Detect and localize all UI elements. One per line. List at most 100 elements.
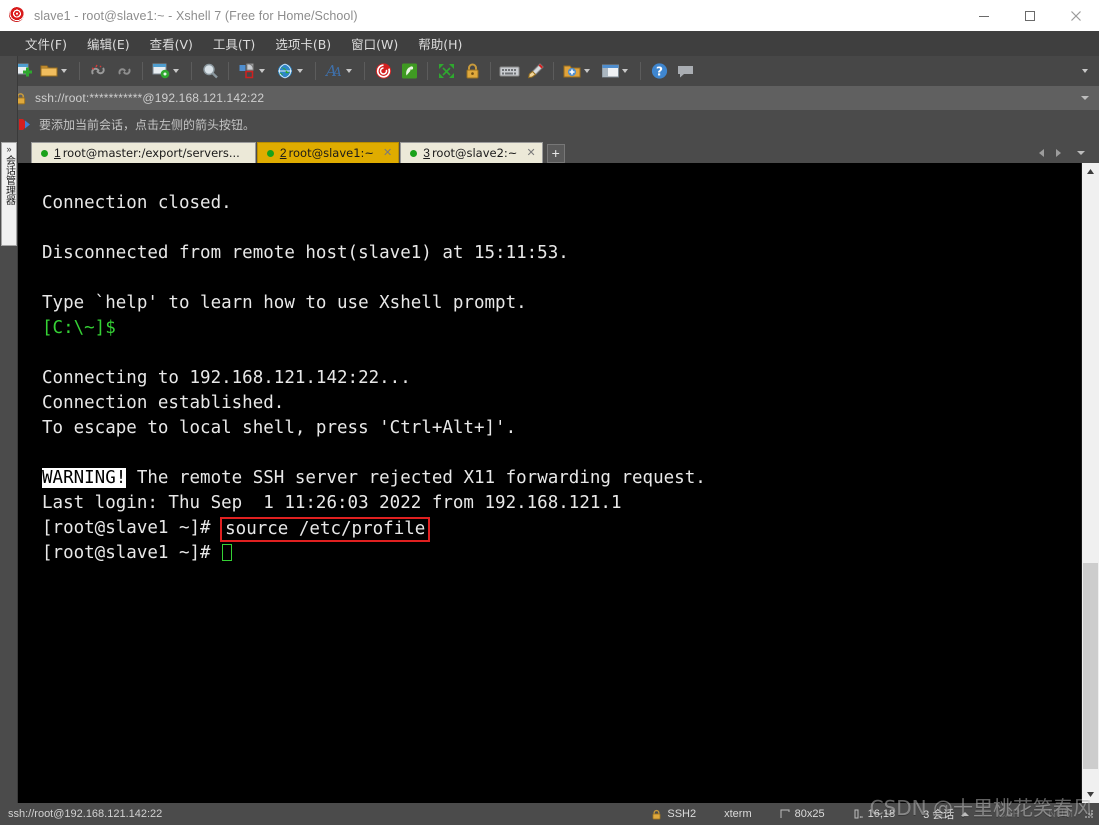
chevron-down-icon[interactable] xyxy=(297,69,303,73)
scroll-down-button[interactable] xyxy=(1082,786,1099,803)
status-terminal-type[interactable]: xterm xyxy=(710,808,766,820)
open-session-button[interactable] xyxy=(36,59,74,83)
font-icon: AA xyxy=(323,60,345,82)
menu-view[interactable]: 查看(V) xyxy=(141,31,202,56)
layout-button[interactable] xyxy=(234,59,272,83)
close-button[interactable] xyxy=(1053,0,1099,31)
red-blue-arrow-icon xyxy=(18,118,32,131)
terminal-scrollbar[interactable] xyxy=(1081,163,1099,803)
open-folder-icon xyxy=(38,60,60,82)
status-cursor-position[interactable]: 16,18 xyxy=(839,808,910,820)
help-button[interactable]: ? xyxy=(646,59,672,83)
address-input[interactable]: ssh://root:***********@192.168.121.142:2… xyxy=(35,91,264,105)
status-sessions[interactable]: 3 会话 xyxy=(909,806,983,822)
tab-label: root@master:/export/servers... xyxy=(62,146,240,160)
status-cursor-label: 16,18 xyxy=(867,808,896,820)
status-security[interactable]: SSH2 xyxy=(637,808,710,820)
tab-root-slave2[interactable]: 3 root@slave2:~ ✕ xyxy=(400,142,543,163)
title-bar: slave1 - root@slave1:~ - Xshell 7 (Free … xyxy=(0,0,1099,32)
chevron-right-icon[interactable]: » xyxy=(6,145,11,154)
caret-up-icon[interactable] xyxy=(961,812,970,816)
session-manager-label: 会话管理器 xyxy=(3,155,15,205)
find-button[interactable] xyxy=(197,59,223,83)
terminal-line: Type `help' to learn how to use Xshell p… xyxy=(42,293,527,313)
status-right-group: SSH2 xterm 80x25 16,18 3 会话 CAP NUM xyxy=(637,803,1099,825)
status-dot-icon xyxy=(266,149,274,157)
terminal-line: To escape to local shell, press 'Ctrl+Al… xyxy=(42,418,517,438)
svg-text:?: ? xyxy=(656,65,663,79)
new-folder-button[interactable] xyxy=(559,59,597,83)
menu-edit[interactable]: 编辑(E) xyxy=(78,31,139,56)
reconnect-button[interactable] xyxy=(111,59,137,83)
tab-number: 1 xyxy=(54,146,61,160)
address-bar[interactable]: ssh://root:***********@192.168.121.142:2… xyxy=(0,86,1099,110)
session-properties-icon xyxy=(150,60,172,82)
terminal-line: Connecting to 192.168.121.142:22... xyxy=(42,368,411,388)
menu-tabs[interactable]: 选项卡(B) xyxy=(266,31,340,56)
resize-grip-icon[interactable] xyxy=(1083,808,1095,820)
tab-root-master[interactable]: 1 root@master:/export/servers... close-i… xyxy=(31,142,256,163)
maximize-button[interactable] xyxy=(1007,0,1053,31)
triangle-left-icon[interactable] xyxy=(1039,148,1044,157)
disconnect-icon xyxy=(87,60,109,82)
menu-bar: 文件(F) 编辑(E) 查看(V) 工具(T) 选项卡(B) 窗口(W) 帮助(… xyxy=(0,31,1099,56)
split-view-button[interactable] xyxy=(597,59,635,83)
toolbar-separator xyxy=(427,62,428,80)
chevron-down-icon[interactable] xyxy=(1081,96,1089,100)
xshell-window: slave1 - root@slave1:~ - Xshell 7 (Free … xyxy=(0,0,1099,825)
fullscreen-button[interactable] xyxy=(433,59,459,83)
menu-tools[interactable]: 工具(T) xyxy=(204,31,264,56)
chevron-down-icon[interactable] xyxy=(259,69,265,73)
tab-root-slave1[interactable]: 2 root@slave1:~ ✕ xyxy=(256,142,400,163)
chevron-down-icon[interactable] xyxy=(622,69,628,73)
chevron-down-icon[interactable] xyxy=(173,69,179,73)
session-properties-button[interactable] xyxy=(148,59,186,83)
session-manager-tab[interactable]: » 会话管理器 xyxy=(1,142,17,246)
tab-label: root@slave1:~ xyxy=(288,146,375,160)
xftp-button[interactable] xyxy=(396,59,422,83)
minimize-button[interactable] xyxy=(961,0,1007,31)
new-tab-button[interactable]: + xyxy=(546,144,565,163)
xshell-icon xyxy=(372,60,394,82)
chevron-down-icon[interactable] xyxy=(584,69,590,73)
padlock-icon xyxy=(651,809,662,820)
scrollbar-thumb[interactable] xyxy=(1083,563,1098,769)
triangle-right-icon[interactable] xyxy=(1056,148,1061,157)
chevron-down-icon[interactable] xyxy=(61,69,67,73)
status-size-label: 80x25 xyxy=(794,808,825,820)
hint-text: 要添加当前会话，点击左侧的箭头按钮。 xyxy=(39,117,256,132)
lock-icon xyxy=(461,60,483,82)
status-caps-lock: CAP xyxy=(997,808,1020,820)
chevron-down-icon[interactable] xyxy=(346,69,352,73)
xshell-button[interactable] xyxy=(370,59,396,83)
close-icon[interactable]: ✕ xyxy=(383,147,392,159)
font-button[interactable]: AA xyxy=(321,59,359,83)
tab-number: 3 xyxy=(423,146,430,160)
close-icon[interactable]: ✕ xyxy=(526,147,535,159)
keyboard-button[interactable] xyxy=(496,59,522,83)
web-button[interactable] xyxy=(272,59,310,83)
status-size[interactable]: 80x25 xyxy=(766,808,839,820)
web-globe-icon xyxy=(274,60,296,82)
toolbar-separator xyxy=(191,62,192,80)
lock-button[interactable] xyxy=(459,59,485,83)
terminal-line: Connection established. xyxy=(42,393,285,413)
scroll-up-button[interactable] xyxy=(1082,163,1099,180)
split-view-icon xyxy=(599,60,621,82)
terminal-cursor xyxy=(222,544,233,561)
status-security-label: SSH2 xyxy=(667,808,697,820)
highlight-button[interactable] xyxy=(522,59,548,83)
menu-file[interactable]: 文件(F) xyxy=(16,31,76,56)
hint-bar: 要添加当前会话，点击左侧的箭头按钮。 xyxy=(0,110,1099,138)
chevron-down-icon[interactable] xyxy=(1077,150,1085,155)
chevron-down-icon[interactable] xyxy=(1082,69,1088,73)
comment-button[interactable] xyxy=(672,59,698,83)
terminal-output[interactable]: Connection closed. Disconnected from rem… xyxy=(18,163,1081,803)
comment-icon xyxy=(674,60,696,82)
resize-icon xyxy=(780,809,790,819)
toolbar-separator xyxy=(315,62,316,80)
menu-window[interactable]: 窗口(W) xyxy=(342,31,407,56)
menu-help[interactable]: 帮助(H) xyxy=(409,31,471,56)
toolbar-overflow[interactable] xyxy=(1081,69,1099,73)
disconnect-button[interactable] xyxy=(85,59,111,83)
